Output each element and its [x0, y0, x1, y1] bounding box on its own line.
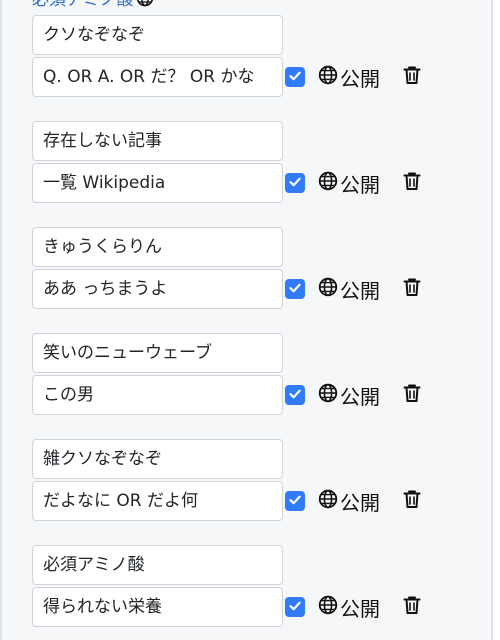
delete-button[interactable] [402, 278, 422, 300]
entry-controls: 公開 [285, 163, 422, 203]
public-checkbox[interactable] [285, 173, 305, 193]
check-icon [288, 68, 302, 87]
check-icon [288, 386, 302, 405]
public-label: 公開 [340, 596, 380, 621]
public-toggle[interactable]: 公開 [318, 169, 380, 198]
public-checkbox[interactable] [285, 597, 305, 617]
delete-button[interactable] [402, 66, 422, 88]
globe-icon [318, 171, 338, 196]
globe-icon [318, 277, 338, 302]
globe-icon [318, 595, 338, 620]
entry-item: 存在しない記事 一覧 Wikipedia 公開 [32, 121, 452, 213]
globe-icon [318, 489, 338, 514]
public-checkbox[interactable] [285, 385, 305, 405]
trash-icon [403, 277, 421, 301]
delete-button[interactable] [402, 172, 422, 194]
entry-list-panel: 必須アミノ酸 クソなぞなぞ Q. OR A. OR だ？ OR かな 公開 存在… [0, 0, 493, 640]
trash-icon [403, 595, 421, 619]
trash-icon [403, 65, 421, 89]
entry-title-field[interactable]: 笑いのニューウェーブ [32, 333, 283, 373]
public-toggle[interactable]: 公開 [318, 487, 380, 516]
entry-header-link[interactable]: 必須アミノ酸 [32, 0, 154, 10]
public-label: 公開 [340, 66, 380, 91]
entry-item: きゅうくらりん ああ っちまうよ 公開 [32, 227, 452, 319]
entry-title-field[interactable]: 存在しない記事 [32, 121, 283, 161]
entry-query-field[interactable]: Q. OR A. OR だ？ OR かな [32, 57, 283, 97]
entry-item: 雑クソなぞなぞ だよなに OR だよ何 公開 [32, 439, 452, 531]
entry-query-field[interactable]: 一覧 Wikipedia [32, 163, 283, 203]
entry-title-field[interactable]: 必須アミノ酸 [32, 545, 283, 585]
public-checkbox[interactable] [285, 67, 305, 87]
delete-button[interactable] [402, 384, 422, 406]
trash-icon [403, 489, 421, 513]
trash-icon [403, 171, 421, 195]
public-label: 公開 [340, 172, 380, 197]
public-toggle[interactable]: 公開 [318, 381, 380, 410]
entry-controls: 公開 [285, 269, 422, 309]
entry-title-field[interactable]: きゅうくらりん [32, 227, 283, 267]
check-icon [288, 492, 302, 511]
globe-icon [318, 65, 338, 90]
entry-item: 必須アミノ酸 得られない栄養 公開 [32, 545, 452, 637]
entry-controls: 公開 [285, 481, 422, 521]
public-checkbox[interactable] [285, 491, 305, 511]
entry-controls: 公開 [285, 57, 422, 97]
public-label: 公開 [340, 384, 380, 409]
trash-icon [403, 383, 421, 407]
check-icon [288, 174, 302, 193]
delete-button[interactable] [402, 596, 422, 618]
entry-controls: 公開 [285, 587, 422, 627]
entry-header-title[interactable]: 必須アミノ酸 [32, 0, 134, 10]
public-label: 公開 [340, 490, 380, 515]
public-checkbox[interactable] [285, 279, 305, 299]
check-icon [288, 598, 302, 617]
entry-controls: 公開 [285, 375, 422, 415]
entry-query-field[interactable]: だよなに OR だよ何 [32, 481, 283, 521]
entry-item: 笑いのニューウェーブ この男 公開 [32, 333, 452, 425]
globe-icon [136, 0, 154, 12]
public-label: 公開 [340, 278, 380, 303]
delete-button[interactable] [402, 490, 422, 512]
entry-query-field[interactable]: ああ っちまうよ [32, 269, 283, 309]
globe-icon [318, 383, 338, 408]
check-icon [288, 280, 302, 299]
entry-item: クソなぞなぞ Q. OR A. OR だ？ OR かな 公開 [32, 15, 452, 107]
public-toggle[interactable]: 公開 [318, 63, 380, 92]
entry-title-field[interactable]: 雑クソなぞなぞ [32, 439, 283, 479]
public-toggle[interactable]: 公開 [318, 275, 380, 304]
entry-query-field[interactable]: 得られない栄養 [32, 587, 283, 627]
entry-title-field[interactable]: クソなぞなぞ [32, 15, 283, 55]
public-toggle[interactable]: 公開 [318, 593, 380, 622]
entry-query-field[interactable]: この男 [32, 375, 283, 415]
